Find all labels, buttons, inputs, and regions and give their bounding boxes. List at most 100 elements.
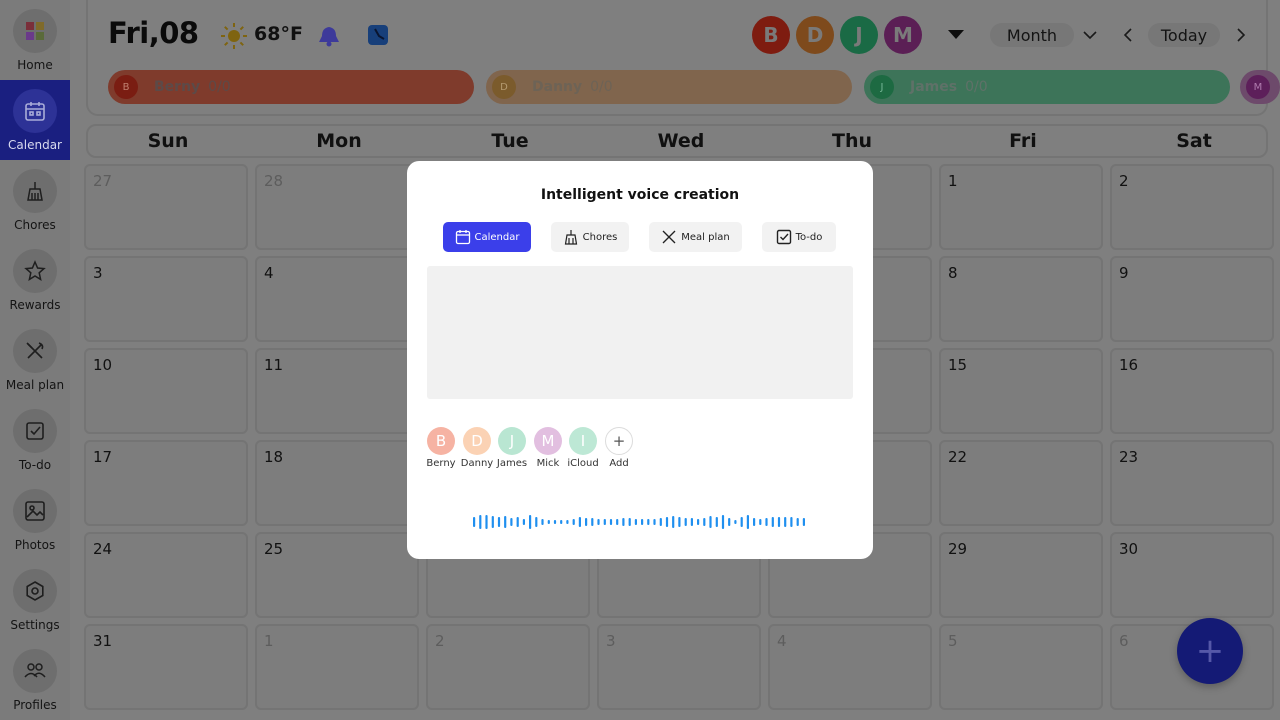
person-name: Berny <box>426 458 456 469</box>
day-number: 4 <box>264 264 274 282</box>
avatar: D <box>463 427 491 455</box>
calendar-day-cell[interactable]: 11 <box>255 348 419 434</box>
calendar-day-cell[interactable]: 5 <box>939 624 1103 710</box>
calendar-day-cell[interactable]: 22 <box>939 440 1103 526</box>
waveform-bar <box>609 519 613 525</box>
day-number: 2 <box>435 632 445 650</box>
member-bar[interactable]: J James 0/0 <box>864 70 1230 104</box>
waveform-bar <box>479 515 482 529</box>
waveform-bar <box>516 517 519 527</box>
tab-todo[interactable]: To-do <box>762 222 836 252</box>
day-number: 1 <box>948 172 958 190</box>
calendar-day-cell[interactable]: 1 <box>939 164 1103 250</box>
calendar-day-cell[interactable]: 28 <box>255 164 419 250</box>
sidebar-item-profiles[interactable]: Profiles <box>0 640 70 720</box>
avatar-mick[interactable]: M <box>884 16 922 54</box>
member-bar[interactable]: B Berny 0/0 <box>108 70 474 104</box>
people-icon <box>13 649 57 693</box>
waveform-bar <box>746 515 749 529</box>
avatar-danny[interactable]: D <box>796 16 834 54</box>
sidebar-item-home[interactable]: Home <box>0 0 70 80</box>
member-bar[interactable]: M <box>1240 70 1280 104</box>
person-chip[interactable]: M Mick <box>530 427 566 469</box>
person-chip[interactable]: J James <box>494 427 530 469</box>
calendar-day-cell[interactable]: 2 <box>1110 164 1274 250</box>
calendar-day-cell[interactable]: 8 <box>939 256 1103 342</box>
calendar-day-cell[interactable]: 4 <box>768 624 932 710</box>
day-number: 3 <box>93 264 103 282</box>
sidebar-item-meal-plan[interactable]: Meal plan <box>0 320 70 400</box>
day-number: 11 <box>264 356 284 374</box>
person-chip[interactable]: IiCloud <box>565 427 601 469</box>
view-select[interactable]: Month <box>990 23 1074 47</box>
prev-month-button[interactable] <box>1118 25 1138 45</box>
waveform-bar <box>603 519 606 525</box>
weekday-label: Wed <box>657 130 705 152</box>
next-month-button[interactable] <box>1231 25 1251 45</box>
calendar-day-cell[interactable]: 27 <box>84 164 248 250</box>
calendar-day-cell[interactable]: 3 <box>597 624 761 710</box>
day-number: 4 <box>777 632 787 650</box>
waveform-bar <box>628 518 631 526</box>
person-chip[interactable]: B Berny <box>423 427 459 469</box>
calendar-day-cell[interactable]: 15 <box>939 348 1103 434</box>
calendar-day-cell[interactable]: 18 <box>255 440 419 526</box>
sidebar-item-chores[interactable]: Chores <box>0 160 70 240</box>
day-number: 10 <box>93 356 113 374</box>
calendar-day-cell[interactable]: 29 <box>939 532 1103 618</box>
day-number: 24 <box>93 540 113 558</box>
weekday-label: Thu <box>831 130 872 152</box>
waveform-bar <box>522 519 525 525</box>
clock-icon[interactable] <box>366 23 390 51</box>
tab-chores[interactable]: Chores <box>551 222 629 252</box>
person-chip[interactable]: D Danny <box>459 427 495 469</box>
waveform-bar <box>684 518 687 526</box>
calendar-day-cell[interactable]: 25 <box>255 532 419 618</box>
calendar-day-cell[interactable]: 23 <box>1110 440 1274 526</box>
waveform-bar <box>697 519 700 525</box>
member-task-count: 0/0 <box>590 79 613 95</box>
waveform-bar <box>491 516 494 528</box>
calendar-day-cell[interactable]: 16 <box>1110 348 1274 434</box>
weekday-label: Sat <box>1176 130 1212 152</box>
today-button[interactable]: Today <box>1148 23 1220 47</box>
add-person-button[interactable]: + Add <box>601 427 637 469</box>
tab-calendar[interactable]: Calendar <box>443 222 531 252</box>
sidebar-item-calendar[interactable]: Calendar <box>0 80 70 160</box>
sidebar-item-rewards[interactable]: Rewards <box>0 240 70 320</box>
waveform-bar <box>672 516 675 528</box>
calendar-day-cell[interactable]: 1 <box>255 624 419 710</box>
voice-transcript-area[interactable] <box>427 266 853 399</box>
calendar-day-cell[interactable]: 30 <box>1110 532 1274 618</box>
calendar-day-cell[interactable]: 10 <box>84 348 248 434</box>
calendar-day-cell[interactable]: 9 <box>1110 256 1274 342</box>
person-name: James <box>496 458 528 469</box>
waveform-bar <box>790 517 793 527</box>
waveform-bar <box>597 519 600 525</box>
sidebar-item-photos[interactable]: Photos <box>0 480 70 560</box>
sidebar-item-todo[interactable]: To-do <box>0 400 70 480</box>
chevron-down-icon[interactable] <box>1080 25 1100 45</box>
calendar-day-cell[interactable]: 2 <box>426 624 590 710</box>
add-event-button[interactable]: + <box>1177 618 1243 684</box>
member-bar[interactable]: D Danny 0/0 <box>486 70 852 104</box>
member-avatar: D <box>492 75 516 99</box>
sidebar-item-settings[interactable]: Settings <box>0 560 70 640</box>
bell-icon[interactable] <box>316 24 342 52</box>
tab-meal-plan[interactable]: Meal plan <box>649 222 742 252</box>
calendar-day-cell[interactable]: 4 <box>255 256 419 342</box>
calendar-day-cell[interactable]: 17 <box>84 440 248 526</box>
caret-down-icon[interactable] <box>948 30 964 39</box>
calendar-day-cell[interactable]: 31 <box>84 624 248 710</box>
sidebar-item-label: To-do <box>18 458 52 472</box>
sidebar-item-label: Home <box>17 58 53 72</box>
calendar-day-cell[interactable]: 24 <box>84 532 248 618</box>
checkbox-icon <box>776 229 791 245</box>
waveform-bar <box>510 518 513 526</box>
avatar-james[interactable]: J <box>840 16 878 54</box>
voice-waveform-icon <box>473 515 805 529</box>
sidebar-item-label: Rewards <box>9 298 61 312</box>
calendar-day-cell[interactable]: 3 <box>84 256 248 342</box>
avatar-berny[interactable]: B <box>752 16 790 54</box>
waveform-bar <box>535 517 538 527</box>
